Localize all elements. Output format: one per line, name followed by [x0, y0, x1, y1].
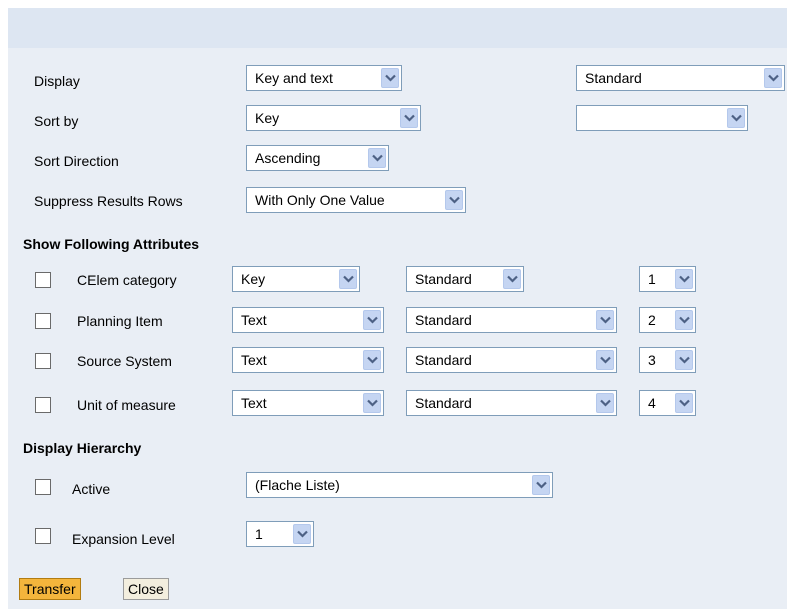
- chevron-down-icon: [368, 148, 386, 168]
- title-bar: [8, 8, 787, 48]
- attribute-position-value: 1: [648, 271, 656, 287]
- attribute-position-value: 4: [648, 395, 656, 411]
- chevron-down-icon: [400, 108, 418, 128]
- attribute-checkbox[interactable]: [35, 313, 51, 329]
- attribute-display-value: Text: [241, 312, 267, 328]
- chevron-down-icon: [596, 310, 614, 330]
- attribute-position-select[interactable]: 2: [639, 307, 696, 333]
- display-variant-value: Standard: [585, 70, 642, 86]
- sort-by-label: Sort by: [34, 113, 79, 129]
- attribute-position-select[interactable]: 3: [639, 347, 696, 373]
- chevron-down-icon: [339, 269, 357, 289]
- attribute-display-value: Key: [241, 271, 266, 287]
- chevron-down-icon: [675, 393, 693, 413]
- display-select-value: Key and text: [255, 70, 333, 86]
- chevron-down-icon: [445, 190, 463, 210]
- sort-by-select[interactable]: Key: [246, 105, 421, 131]
- chevron-down-icon: [596, 393, 614, 413]
- expansion-level-select[interactable]: 1: [246, 521, 314, 547]
- attribute-sort-value: Standard: [415, 271, 472, 287]
- attribute-sort-value: Standard: [415, 395, 472, 411]
- attribute-name: Source System: [77, 353, 172, 369]
- chevron-down-icon: [532, 475, 550, 495]
- expansion-level-label: Expansion Level: [72, 531, 175, 547]
- active-checkbox[interactable]: [35, 479, 51, 495]
- sort-by-secondary-select[interactable]: [576, 105, 748, 131]
- attribute-display-value: Text: [241, 395, 267, 411]
- chevron-down-icon: [381, 68, 399, 88]
- sort-direction-select[interactable]: Ascending: [246, 145, 389, 171]
- attribute-checkbox[interactable]: [35, 397, 51, 413]
- attribute-display-select[interactable]: Key: [232, 266, 360, 292]
- chevron-down-icon: [503, 269, 521, 289]
- chevron-down-icon: [675, 310, 693, 330]
- attribute-position-value: 3: [648, 352, 656, 368]
- sort-direction-label: Sort Direction: [34, 153, 119, 169]
- attribute-sort-select[interactable]: Standard: [406, 390, 617, 416]
- sort-by-value: Key: [255, 110, 280, 126]
- attribute-sort-value: Standard: [415, 312, 472, 328]
- attribute-checkbox[interactable]: [35, 272, 51, 288]
- attribute-position-value: 2: [648, 312, 656, 328]
- chevron-down-icon: [596, 350, 614, 370]
- attribute-display-select[interactable]: Text: [232, 347, 384, 373]
- attribute-position-select[interactable]: 1: [639, 266, 696, 292]
- attribute-sort-select[interactable]: Standard: [406, 347, 617, 373]
- chevron-down-icon: [363, 350, 381, 370]
- attribute-checkbox[interactable]: [35, 353, 51, 369]
- attribute-display-value: Text: [241, 352, 267, 368]
- display-label: Display: [34, 73, 80, 89]
- hierarchy-heading: Display Hierarchy: [23, 440, 142, 456]
- chevron-down-icon: [727, 108, 745, 128]
- display-variant-select[interactable]: Standard: [576, 65, 785, 91]
- hierarchy-value: (Flache Liste): [255, 477, 340, 493]
- chevron-down-icon: [764, 68, 782, 88]
- expansion-level-value: 1: [255, 526, 263, 542]
- active-label: Active: [72, 481, 111, 497]
- suppress-results-rows-select[interactable]: With Only One Value: [246, 187, 466, 213]
- attribute-name: CElem category: [77, 272, 177, 288]
- chevron-down-icon: [363, 393, 381, 413]
- chevron-down-icon: [293, 524, 311, 544]
- attribute-display-select[interactable]: Text: [232, 390, 384, 416]
- attribute-sort-value: Standard: [415, 352, 472, 368]
- attributes-heading: Show Following Attributes: [23, 236, 200, 252]
- suppress-results-rows-label: Suppress Results Rows: [34, 193, 183, 209]
- chevron-down-icon: [675, 350, 693, 370]
- transfer-button[interactable]: Transfer: [19, 578, 81, 600]
- close-button[interactable]: Close: [123, 578, 169, 600]
- expansion-level-checkbox[interactable]: [35, 528, 51, 544]
- display-select[interactable]: Key and text: [246, 65, 402, 91]
- chevron-down-icon: [675, 269, 693, 289]
- attribute-display-select[interactable]: Text: [232, 307, 384, 333]
- hierarchy-select[interactable]: (Flache Liste): [246, 472, 553, 498]
- attribute-sort-select[interactable]: Standard: [406, 266, 524, 292]
- suppress-results-rows-value: With Only One Value: [255, 192, 385, 208]
- chevron-down-icon: [363, 310, 381, 330]
- attribute-name: Unit of measure: [77, 397, 176, 413]
- sort-direction-value: Ascending: [255, 150, 321, 166]
- attribute-sort-select[interactable]: Standard: [406, 307, 617, 333]
- attribute-name: Planning Item: [77, 313, 163, 329]
- attribute-position-select[interactable]: 4: [639, 390, 696, 416]
